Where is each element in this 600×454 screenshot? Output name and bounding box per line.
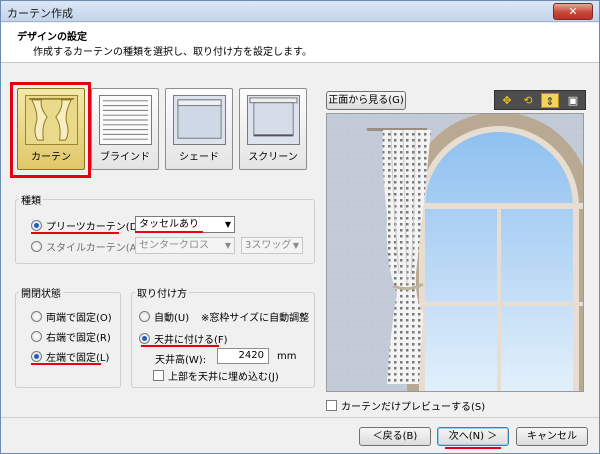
- shade-icon: [173, 95, 226, 145]
- underline-next: [445, 447, 501, 449]
- view-toolbar: ✥ ⟲ ⇕ ▣: [494, 90, 586, 110]
- underline-fix-left: [31, 363, 101, 365]
- chevron-down-icon: ▼: [224, 241, 231, 250]
- checkbox-box: [153, 370, 164, 381]
- style-curtain-label: スタイルカーテン(A): [46, 243, 141, 254]
- embed-ceiling-label: 上部を天井に埋め込む(J): [168, 372, 279, 383]
- type-button-blind[interactable]: ブラインド: [91, 88, 159, 170]
- fix-both-radio[interactable]: 両端で固定(O): [31, 309, 112, 324]
- fix-both-label: 両端で固定(O): [46, 313, 112, 324]
- fix-right-label: 右端で固定(R): [46, 333, 111, 344]
- fix-right-radio[interactable]: 右端で固定(R): [31, 329, 111, 344]
- radio-dot: [31, 351, 42, 362]
- type-button-shade[interactable]: シェード: [165, 88, 233, 170]
- type-button-screen[interactable]: スクリーン: [239, 88, 307, 170]
- chevron-down-icon: ▼: [224, 220, 231, 229]
- checkbox-box: [326, 400, 337, 411]
- updown-icon[interactable]: ⇕: [541, 93, 559, 108]
- move-icon[interactable]: ✥: [498, 93, 516, 108]
- underline-pleats: [31, 232, 119, 234]
- blind-icon: [99, 95, 152, 145]
- window-title: カーテン作成: [7, 7, 73, 20]
- open-state-group-title: 開閉状態: [19, 285, 63, 300]
- next-button[interactable]: 次へ(N) ＞: [437, 427, 509, 446]
- radio-dot: [31, 331, 42, 342]
- type-label-blind: ブラインド: [100, 152, 150, 163]
- screen-icon: [247, 95, 300, 145]
- cancel-button[interactable]: キャンセル: [516, 427, 588, 446]
- ceiling-height-unit: mm: [277, 351, 297, 362]
- style-curtain-radio[interactable]: スタイルカーテン(A): [31, 239, 140, 254]
- radio-dot: [31, 241, 42, 252]
- radio-dot: [31, 311, 42, 322]
- swag-select-value: 3スワッグ: [245, 240, 292, 251]
- mount-group-title: 取り付け方: [135, 285, 189, 300]
- close-button[interactable]: ✕: [553, 3, 593, 20]
- page-description: 作成するカーテンの種類を選択し、取り付け方を設定します。: [33, 47, 312, 58]
- footer-separator: [1, 417, 599, 418]
- embed-ceiling-checkbox[interactable]: 上部を天井に埋め込む(J): [153, 368, 279, 383]
- chevron-down-icon: ▼: [292, 241, 299, 250]
- radio-dot: [139, 333, 150, 344]
- auto-mount-label: 自動(U): [154, 313, 190, 324]
- underline-tassel: [135, 231, 203, 233]
- type-label-screen: スクリーン: [248, 152, 298, 163]
- pleats-curtain-radio[interactable]: プリーツカーテン(D): [31, 218, 141, 233]
- fix-left-label: 左端で固定(L): [46, 353, 110, 364]
- type-label-shade: シェード: [179, 152, 219, 163]
- underline-ceiling: [141, 345, 219, 347]
- style-select-value: センタークロス: [139, 240, 209, 251]
- kind-group-title: 種類: [19, 192, 43, 207]
- highlight-curtain: [10, 82, 91, 178]
- title-bar: カーテン作成 ✕: [1, 1, 599, 22]
- page-title: デザインの設定: [17, 32, 87, 43]
- tassel-select-value: タッセルあり: [139, 219, 199, 230]
- ceiling-height-input[interactable]: 2420: [217, 348, 269, 364]
- preview-area[interactable]: [326, 113, 584, 392]
- swag-select[interactable]: 3スワッグ ▼: [241, 237, 303, 254]
- radio-dot: [139, 311, 150, 322]
- curtain-only-preview-label: カーテンだけプレビューする(S): [341, 402, 486, 413]
- radio-dot: [31, 220, 42, 231]
- auto-mount-radio[interactable]: 自動(U): [139, 309, 189, 324]
- style-select[interactable]: センタークロス ▼: [135, 237, 235, 254]
- page-header: デザインの設定 作成するカーテンの種類を選択し、取り付け方を設定します。: [1, 23, 599, 63]
- pleats-curtain-label: プリーツカーテン(D): [46, 222, 142, 233]
- back-button[interactable]: ＜戻る(B): [359, 427, 431, 446]
- rotate-icon[interactable]: ⟲: [519, 93, 537, 108]
- auto-adjust-note: ※窓枠サイズに自動調整: [201, 313, 310, 324]
- ceiling-mount-label: 天井に付ける(F): [154, 335, 228, 346]
- ceiling-mount-radio[interactable]: 天井に付ける(F): [139, 331, 228, 346]
- ceiling-height-label: 天井高(W):: [155, 355, 207, 366]
- front-view-button[interactable]: 正面から見る(G): [326, 91, 406, 110]
- curtain-dialog: カーテン作成 ✕ デザインの設定 作成するカーテンの種類を選択し、取り付け方を設…: [0, 0, 600, 454]
- fix-left-radio[interactable]: 左端で固定(L): [31, 349, 109, 364]
- curtain-preview-image: [327, 114, 583, 391]
- fit-icon[interactable]: ▣: [564, 93, 582, 108]
- curtain-only-preview-checkbox[interactable]: カーテンだけプレビューする(S): [326, 398, 485, 413]
